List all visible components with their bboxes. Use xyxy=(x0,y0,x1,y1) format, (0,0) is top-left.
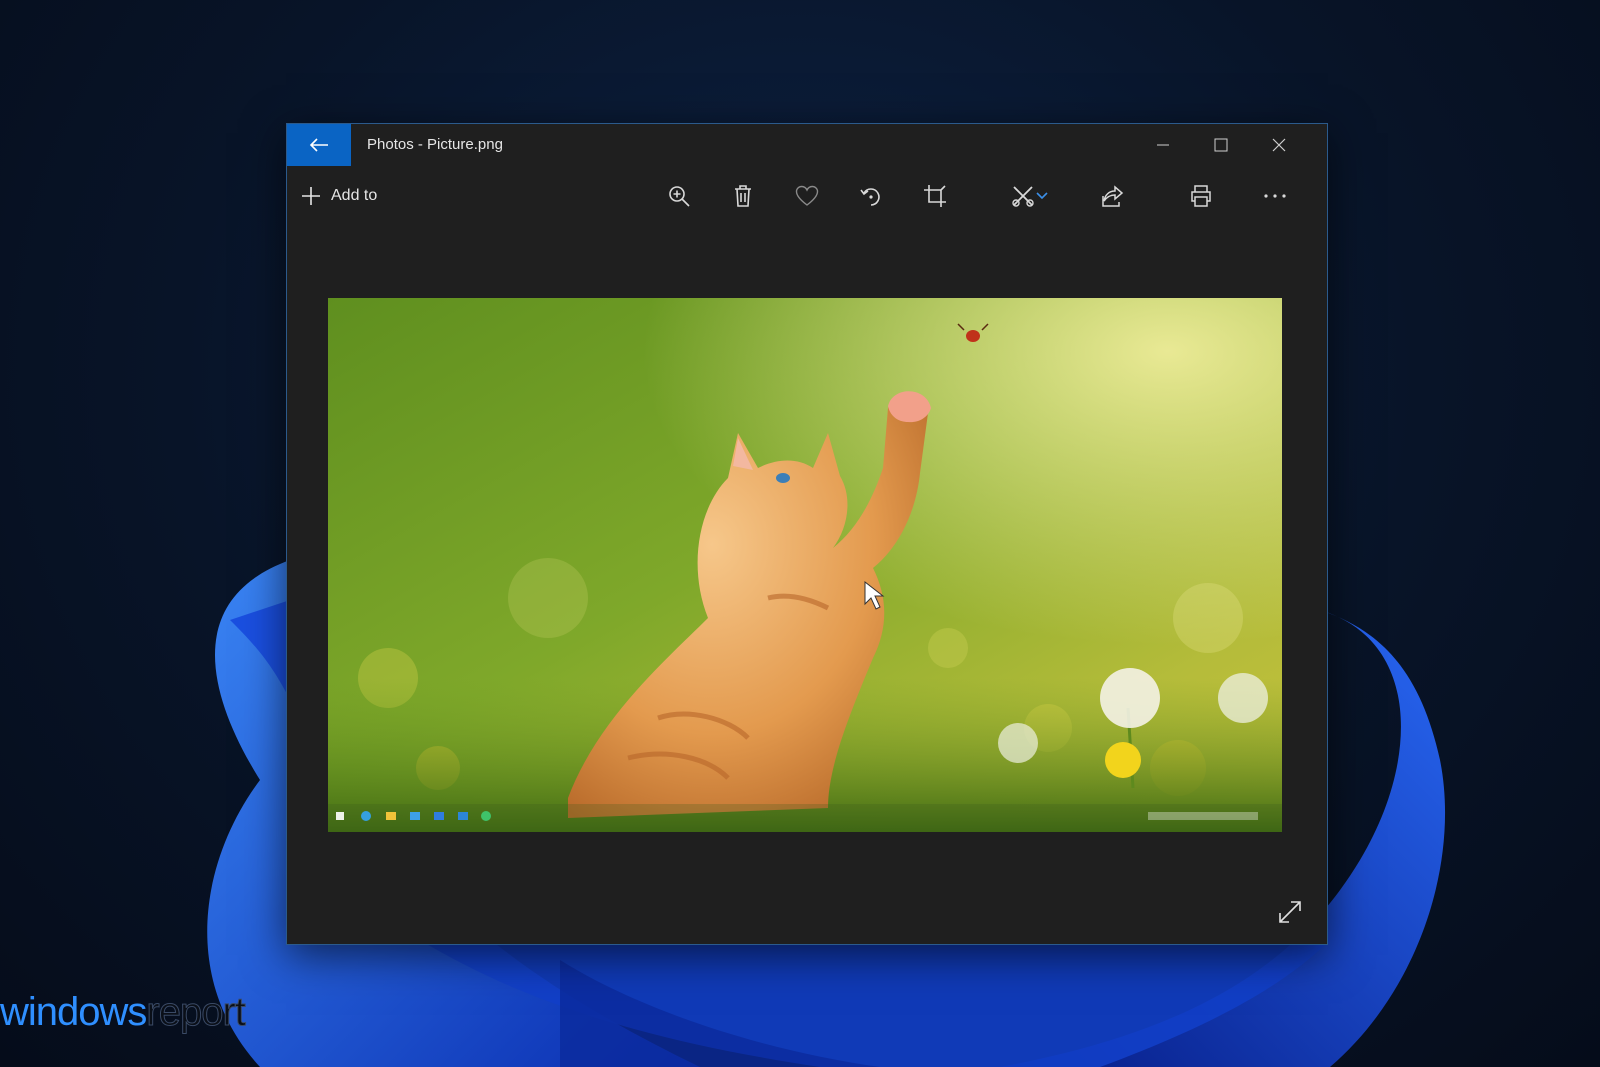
windowsreport-logo: windowsreport xyxy=(0,990,246,1040)
print-icon xyxy=(1191,185,1211,207)
more-icon xyxy=(1264,194,1286,198)
share-button[interactable] xyxy=(1093,178,1133,214)
maximize-icon xyxy=(1214,138,1228,152)
plus-icon xyxy=(302,187,320,205)
favorite-button[interactable] xyxy=(787,178,827,214)
print-button[interactable] xyxy=(1181,178,1221,214)
logo-part-report: report xyxy=(146,990,246,1035)
arrow-left-icon xyxy=(309,138,328,152)
more-button[interactable] xyxy=(1255,178,1295,214)
kitten-photo xyxy=(328,298,1282,832)
toolbar: Add to xyxy=(287,170,1327,220)
crop-icon xyxy=(924,185,946,207)
delete-icon xyxy=(735,185,751,207)
title-bar: Photos - Picture.png xyxy=(287,124,1327,166)
zoom-button[interactable] xyxy=(659,178,699,214)
minimize-button[interactable] xyxy=(1135,124,1191,166)
photo-viewer-image xyxy=(328,298,1282,832)
maximize-button[interactable] xyxy=(1193,124,1249,166)
favorite-heart-icon xyxy=(795,185,819,206)
add-to-label: Add to xyxy=(331,187,378,204)
window-title: Photos - Picture.png xyxy=(367,136,503,153)
expand-button[interactable] xyxy=(1272,894,1308,930)
edit-dropdown-button[interactable] xyxy=(1031,178,1053,214)
photos-window: Photos - Picture.png Add to xyxy=(286,123,1328,945)
close-button[interactable] xyxy=(1251,124,1307,166)
back-button[interactable] xyxy=(287,124,351,166)
add-to-button[interactable]: Add to xyxy=(301,182,377,210)
rotate-button[interactable] xyxy=(851,178,891,214)
logo-part-windows: windows xyxy=(0,990,147,1034)
close-icon xyxy=(1272,138,1286,152)
zoom-in-icon xyxy=(669,186,690,207)
rotate-icon xyxy=(860,188,880,206)
chevron-down-icon xyxy=(1036,192,1048,200)
expand-icon xyxy=(1279,901,1301,923)
delete-button[interactable] xyxy=(723,178,763,214)
crop-button[interactable] xyxy=(915,178,955,214)
minimize-icon xyxy=(1157,144,1169,146)
share-icon xyxy=(1102,185,1124,207)
